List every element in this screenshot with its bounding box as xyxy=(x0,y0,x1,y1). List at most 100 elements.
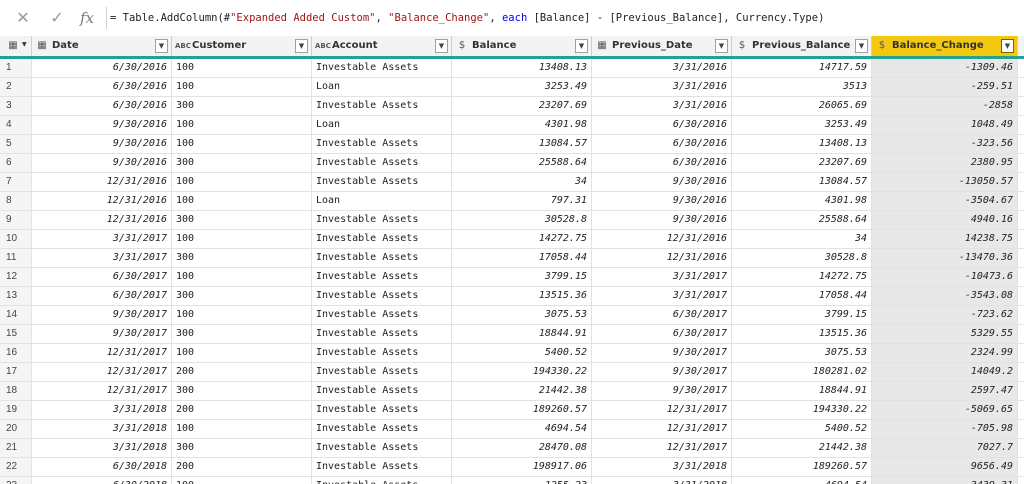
row-number[interactable]: 10 xyxy=(0,230,32,248)
check-icon[interactable]: ✓ xyxy=(46,8,68,28)
account-cell[interactable]: Investable Assets xyxy=(312,154,452,172)
table-row[interactable]: 1 6/30/2016 100 Investable Assets 13408.13 3/… xyxy=(0,59,1024,78)
row-number[interactable]: 20 xyxy=(0,420,32,438)
balance-change-cell[interactable]: 2597.47 xyxy=(872,382,1018,400)
previous-date-cell[interactable]: 3/31/2016 xyxy=(592,97,732,115)
previous-balance-cell[interactable]: 26065.69 xyxy=(732,97,872,115)
filter-dropdown-button[interactable]: ▼ xyxy=(155,39,168,53)
balance-change-cell[interactable]: -2858 xyxy=(872,97,1018,115)
date-cell[interactable]: 6/30/2016 xyxy=(32,59,172,77)
filter-dropdown-button[interactable]: ▼ xyxy=(1001,39,1014,53)
balance-change-cell[interactable]: -3504.67 xyxy=(872,192,1018,210)
table-row[interactable]: 16 12/31/2017 100 Investable Assets 5400.52 9… xyxy=(0,344,1024,363)
previous-date-cell[interactable]: 6/30/2017 xyxy=(592,306,732,324)
balance-cell[interactable]: 21442.38 xyxy=(452,382,592,400)
column-header-date[interactable]: ▦ Date ▼ xyxy=(32,36,172,56)
balance-cell[interactable]: 198917.06 xyxy=(452,458,592,476)
filter-dropdown-button[interactable]: ▼ xyxy=(575,39,588,53)
previous-balance-cell[interactable]: 13408.13 xyxy=(732,135,872,153)
column-header-previous-date[interactable]: ▦ Previous_Date ▼ xyxy=(592,36,732,56)
previous-balance-cell[interactable]: 14272.75 xyxy=(732,268,872,286)
customer-cell[interactable]: 300 xyxy=(172,154,312,172)
customer-cell[interactable]: 100 xyxy=(172,59,312,77)
balance-cell[interactable]: 13408.13 xyxy=(452,59,592,77)
customer-cell[interactable]: 100 xyxy=(172,116,312,134)
date-cell[interactable]: 9/30/2016 xyxy=(32,154,172,172)
table-row[interactable]: 6 9/30/2016 300 Investable Assets 25588.64 6/… xyxy=(0,154,1024,173)
account-cell[interactable]: Investable Assets xyxy=(312,211,452,229)
row-number[interactable]: 23 xyxy=(0,477,32,484)
row-number[interactable]: 5 xyxy=(0,135,32,153)
balance-cell[interactable]: 194330.22 xyxy=(452,363,592,381)
previous-balance-cell[interactable]: 13515.36 xyxy=(732,325,872,343)
previous-date-cell[interactable]: 9/30/2017 xyxy=(592,363,732,381)
row-number[interactable]: 15 xyxy=(0,325,32,343)
balance-cell[interactable]: 28470.08 xyxy=(452,439,592,457)
previous-date-cell[interactable]: 12/31/2016 xyxy=(592,230,732,248)
account-cell[interactable]: Investable Assets xyxy=(312,59,452,77)
balance-cell[interactable]: 3253.49 xyxy=(452,78,592,96)
formula-input[interactable]: = Table.AddColumn(#"Expanded Added Custo… xyxy=(110,0,824,36)
previous-balance-cell[interactable]: 18844.91 xyxy=(732,382,872,400)
date-cell[interactable]: 12/31/2016 xyxy=(32,211,172,229)
balance-change-cell[interactable]: 2380.95 xyxy=(872,154,1018,172)
account-cell[interactable]: Investable Assets xyxy=(312,344,452,362)
customer-cell[interactable]: 100 xyxy=(172,135,312,153)
balance-change-cell[interactable]: -259.51 xyxy=(872,78,1018,96)
balance-cell[interactable]: 797.31 xyxy=(452,192,592,210)
customer-cell[interactable]: 300 xyxy=(172,325,312,343)
balance-cell[interactable]: 13515.36 xyxy=(452,287,592,305)
account-cell[interactable]: Investable Assets xyxy=(312,173,452,191)
balance-cell[interactable]: 4694.54 xyxy=(452,420,592,438)
date-cell[interactable]: 9/30/2017 xyxy=(32,306,172,324)
row-number[interactable]: 8 xyxy=(0,192,32,210)
balance-change-cell[interactable]: -723.62 xyxy=(872,306,1018,324)
date-cell[interactable]: 3/31/2018 xyxy=(32,420,172,438)
previous-date-cell[interactable]: 12/31/2017 xyxy=(592,439,732,457)
previous-balance-cell[interactable]: 194330.22 xyxy=(732,401,872,419)
previous-balance-cell[interactable]: 14717.59 xyxy=(732,59,872,77)
date-cell[interactable]: 3/31/2017 xyxy=(32,249,172,267)
column-header-previous-balance[interactable]: $ Previous_Balance ▼ xyxy=(732,36,872,56)
table-row[interactable]: 22 6/30/2018 200 Investable Assets 198917.06… xyxy=(0,458,1024,477)
row-number[interactable]: 11 xyxy=(0,249,32,267)
row-number[interactable]: 19 xyxy=(0,401,32,419)
column-header-account[interactable]: ABC Account ▼ xyxy=(312,36,452,56)
previous-date-cell[interactable]: 12/31/2017 xyxy=(592,401,732,419)
account-cell[interactable]: Investable Assets xyxy=(312,458,452,476)
table-row[interactable]: 3 6/30/2016 300 Investable Assets 23207.69 3/… xyxy=(0,97,1024,116)
previous-date-cell[interactable]: 12/31/2016 xyxy=(592,249,732,267)
row-number[interactable]: 14 xyxy=(0,306,32,324)
account-cell[interactable]: Investable Assets xyxy=(312,249,452,267)
customer-cell[interactable]: 100 xyxy=(172,78,312,96)
previous-balance-cell[interactable]: 5400.52 xyxy=(732,420,872,438)
balance-cell[interactable]: 4301.98 xyxy=(452,116,592,134)
balance-change-cell[interactable]: -13470.36 xyxy=(872,249,1018,267)
customer-cell[interactable]: 100 xyxy=(172,420,312,438)
previous-balance-cell[interactable]: 21442.38 xyxy=(732,439,872,457)
previous-balance-cell[interactable]: 23207.69 xyxy=(732,154,872,172)
customer-cell[interactable]: 300 xyxy=(172,97,312,115)
table-row[interactable]: 19 3/31/2018 200 Investable Assets 189260.57… xyxy=(0,401,1024,420)
previous-date-cell[interactable]: 6/30/2016 xyxy=(592,154,732,172)
balance-cell[interactable]: 18844.91 xyxy=(452,325,592,343)
balance-change-cell[interactable]: -13050.57 xyxy=(872,173,1018,191)
table-row[interactable]: 17 12/31/2017 200 Investable Assets 194330.2… xyxy=(0,363,1024,382)
customer-cell[interactable]: 300 xyxy=(172,211,312,229)
table-row[interactable]: 8 12/31/2016 100 Loan 797.31 9/30/2016 4301.98… xyxy=(0,192,1024,211)
account-cell[interactable]: Investable Assets xyxy=(312,135,452,153)
table-row[interactable]: 18 12/31/2017 300 Investable Assets 21442.38… xyxy=(0,382,1024,401)
table-row[interactable]: 14 9/30/2017 100 Investable Assets 3075.53 6/… xyxy=(0,306,1024,325)
customer-cell[interactable]: 300 xyxy=(172,439,312,457)
date-cell[interactable]: 6/30/2017 xyxy=(32,287,172,305)
balance-cell[interactable]: 14272.75 xyxy=(452,230,592,248)
fx-icon[interactable]: fx xyxy=(76,8,98,28)
balance-change-cell[interactable]: 2324.99 xyxy=(872,344,1018,362)
row-number[interactable]: 7 xyxy=(0,173,32,191)
balance-change-cell[interactable]: 9656.49 xyxy=(872,458,1018,476)
date-cell[interactable]: 3/31/2018 xyxy=(32,401,172,419)
date-cell[interactable]: 6/30/2016 xyxy=(32,97,172,115)
account-cell[interactable]: Loan xyxy=(312,78,452,96)
customer-cell[interactable]: 100 xyxy=(172,477,312,484)
previous-date-cell[interactable]: 3/31/2018 xyxy=(592,458,732,476)
